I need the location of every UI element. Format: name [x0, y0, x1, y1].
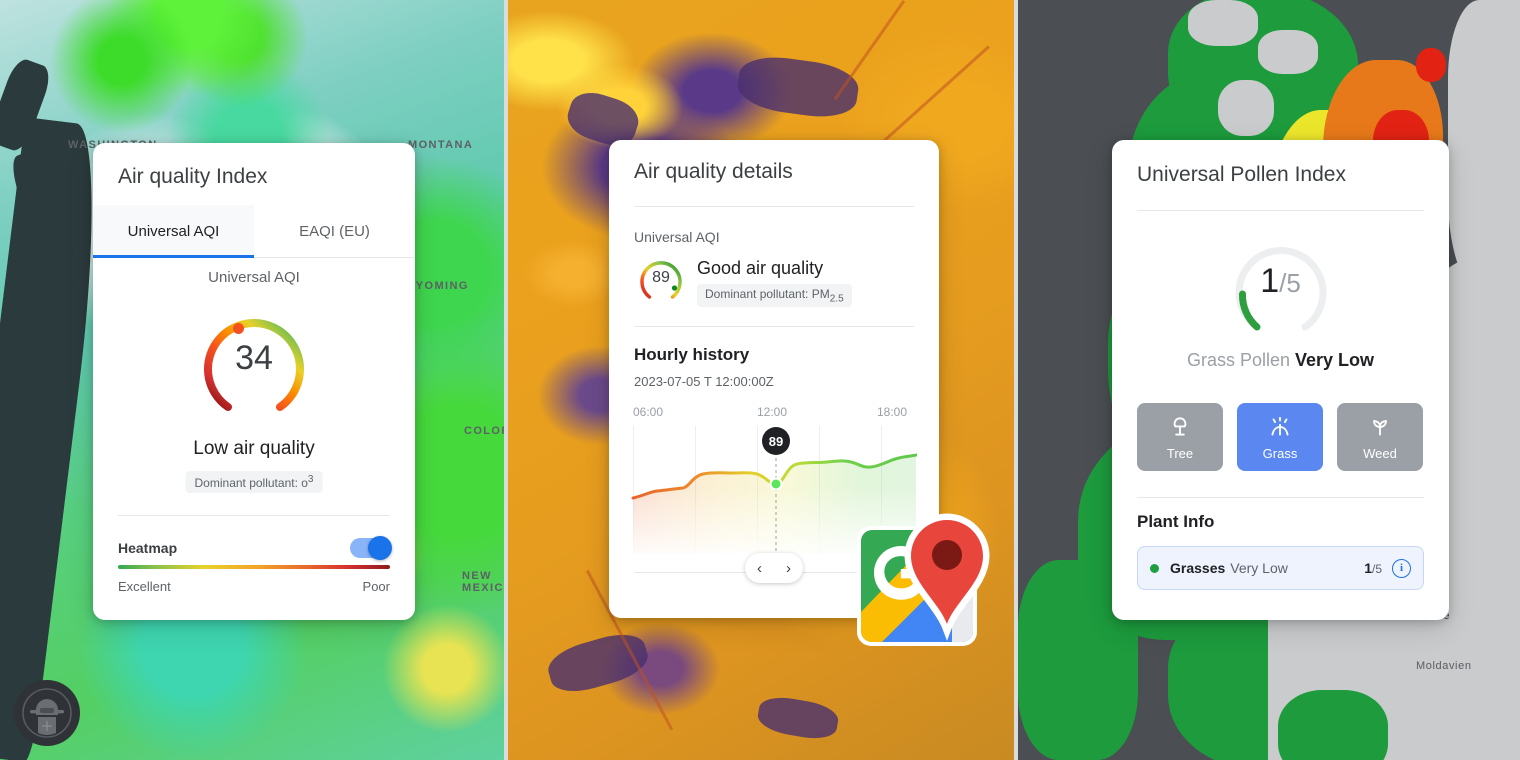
map-label-new-mexico: NEW MEXICO: [462, 570, 508, 594]
tab-label: EAQI (EU): [299, 222, 370, 240]
air-quality-index-card: Air quality Index Universal AQI EAQI (EU…: [93, 143, 415, 620]
landmass: [1188, 0, 1258, 46]
heatmap-toggle-row: Heatmap: [118, 530, 392, 566]
tab-eaqi-eu[interactable]: EAQI (EU): [254, 205, 415, 257]
chart-selected-value-badge: 89: [762, 427, 790, 455]
divider: [634, 326, 914, 327]
details-dominant-pollutant-badge: Dominant pollutant: PM2.5: [697, 284, 852, 308]
chart-tick-1800: 18:00: [877, 405, 908, 419]
pollen-zone-low: [1278, 690, 1388, 760]
hourly-history-timestamp: 2023-07-05 T 12:00:00Z: [634, 374, 774, 389]
plant-info-row[interactable]: Grasses Very Low 1/5 i: [1137, 546, 1424, 590]
plant-score-value: 1: [1364, 560, 1372, 576]
divider: [1137, 497, 1424, 498]
pollen-type-label: Tree: [1166, 445, 1194, 461]
pollen-title: Universal Pollen Index: [1137, 163, 1346, 186]
divider: [118, 515, 390, 516]
aqi-subtitle: Universal AQI: [208, 269, 300, 286]
info-icon[interactable]: i: [1392, 558, 1411, 578]
chart-next-button[interactable]: ›: [786, 561, 791, 576]
page-title: Air quality Index: [118, 165, 268, 188]
pollen-type-label: Weed: [1363, 445, 1397, 461]
plant-info-title: Plant Info: [1137, 512, 1215, 531]
pollen-type-weed-button[interactable]: Weed: [1337, 403, 1423, 471]
hourly-history-title: Hourly history: [634, 345, 750, 364]
dominant-pollutant-badge: Dominant pollutant: o3: [185, 471, 323, 493]
dominant-pollutant-text: Dominant pollutant: o: [194, 476, 308, 490]
screenshot-stage: WASHINGTON MONTANA WYOMING COLORADO NEW …: [0, 0, 1520, 760]
scale-low-label: Excellent: [118, 579, 171, 594]
tree-icon: [1173, 416, 1187, 436]
weed-icon: [1373, 419, 1387, 436]
plant-status-dot: [1150, 563, 1159, 573]
map-label-moldavien: Moldavien: [1416, 660, 1472, 672]
aqi-standard-tabs: Universal AQI EAQI (EU): [93, 205, 415, 258]
divider: [634, 206, 914, 207]
pollen-status-level: Very Low: [1295, 350, 1375, 370]
pollen-gauge: 1/5: [1226, 232, 1336, 342]
pollen-status: Grass Pollen Very Low: [1112, 350, 1449, 371]
details-dominant-pollutant-subscript: 2.5: [829, 293, 844, 305]
scale-high-label: Poor: [362, 579, 390, 594]
dominant-pollutant-superscript: 3: [307, 474, 314, 485]
heatmap-label: Heatmap: [118, 540, 178, 556]
details-title: Air quality details: [634, 160, 793, 183]
landmass: [1448, 0, 1520, 300]
plant-score-denominator: /5: [1371, 562, 1382, 576]
map-label-colorado: COLORADO: [464, 425, 508, 437]
aqi-scale-labels: Excellent Poor: [118, 579, 390, 594]
chart-prev-button[interactable]: ‹: [757, 561, 762, 576]
astronaut-icon: [22, 688, 72, 738]
divider: [1137, 210, 1424, 211]
grass-icon: [1271, 416, 1289, 436]
google-maps-pin-logo: [852, 508, 994, 666]
google-maps-logo-svg: [857, 513, 990, 646]
plant-level: Very Low: [1230, 560, 1288, 576]
tab-universal-aqi[interactable]: Universal AQI: [93, 205, 254, 258]
heatmap-toggle-switch[interactable]: [350, 536, 392, 560]
plant-name: Grasses: [1170, 560, 1226, 576]
toggle-knob: [368, 536, 392, 560]
chart-tick-1200: 12:00: [757, 405, 788, 419]
pollen-status-type: Grass Pollen: [1186, 350, 1290, 370]
aqi-color-scale: [118, 565, 390, 569]
landmass: [1258, 30, 1318, 74]
pollen-type-buttons: Tree Grass Weed: [1137, 403, 1424, 471]
chart-nav-controls: ‹ ›: [745, 553, 803, 583]
map-label-montana: MONTANA: [408, 139, 474, 151]
pollen-type-grass-button[interactable]: Grass: [1237, 403, 1323, 471]
plant-score: 1/5: [1364, 560, 1382, 576]
details-index-label: Universal AQI: [634, 229, 720, 245]
details-aqi-gauge: 89: [637, 256, 685, 304]
aqi-gauge-value: 34: [235, 339, 273, 377]
aqi-status-text: Low air quality: [193, 438, 315, 459]
astronaut-watermark: [14, 680, 80, 746]
details-status-text: Good air quality: [697, 258, 824, 278]
pollen-gauge-value: 1: [1260, 262, 1280, 300]
chart-tick-0600: 06:00: [633, 405, 664, 419]
details-dominant-pollutant-text: Dominant pollutant: PM: [705, 287, 830, 301]
landmass: [1218, 80, 1274, 136]
pollen-type-label: Grass: [1262, 445, 1298, 461]
aqi-gauge: 34: [194, 303, 314, 423]
universal-pollen-index-card: Universal Pollen Index 1/5 Grass Pollen …: [1112, 140, 1449, 620]
details-gauge-value: 89: [652, 269, 670, 286]
pollen-zone-extreme: [1416, 48, 1446, 82]
pollen-gauge-value-wrap: 1/5: [1226, 262, 1336, 301]
pollen-type-tree-button[interactable]: Tree: [1137, 403, 1223, 471]
tab-label: Universal AQI: [127, 222, 220, 240]
pollen-gauge-denominator: /5: [1279, 268, 1301, 298]
